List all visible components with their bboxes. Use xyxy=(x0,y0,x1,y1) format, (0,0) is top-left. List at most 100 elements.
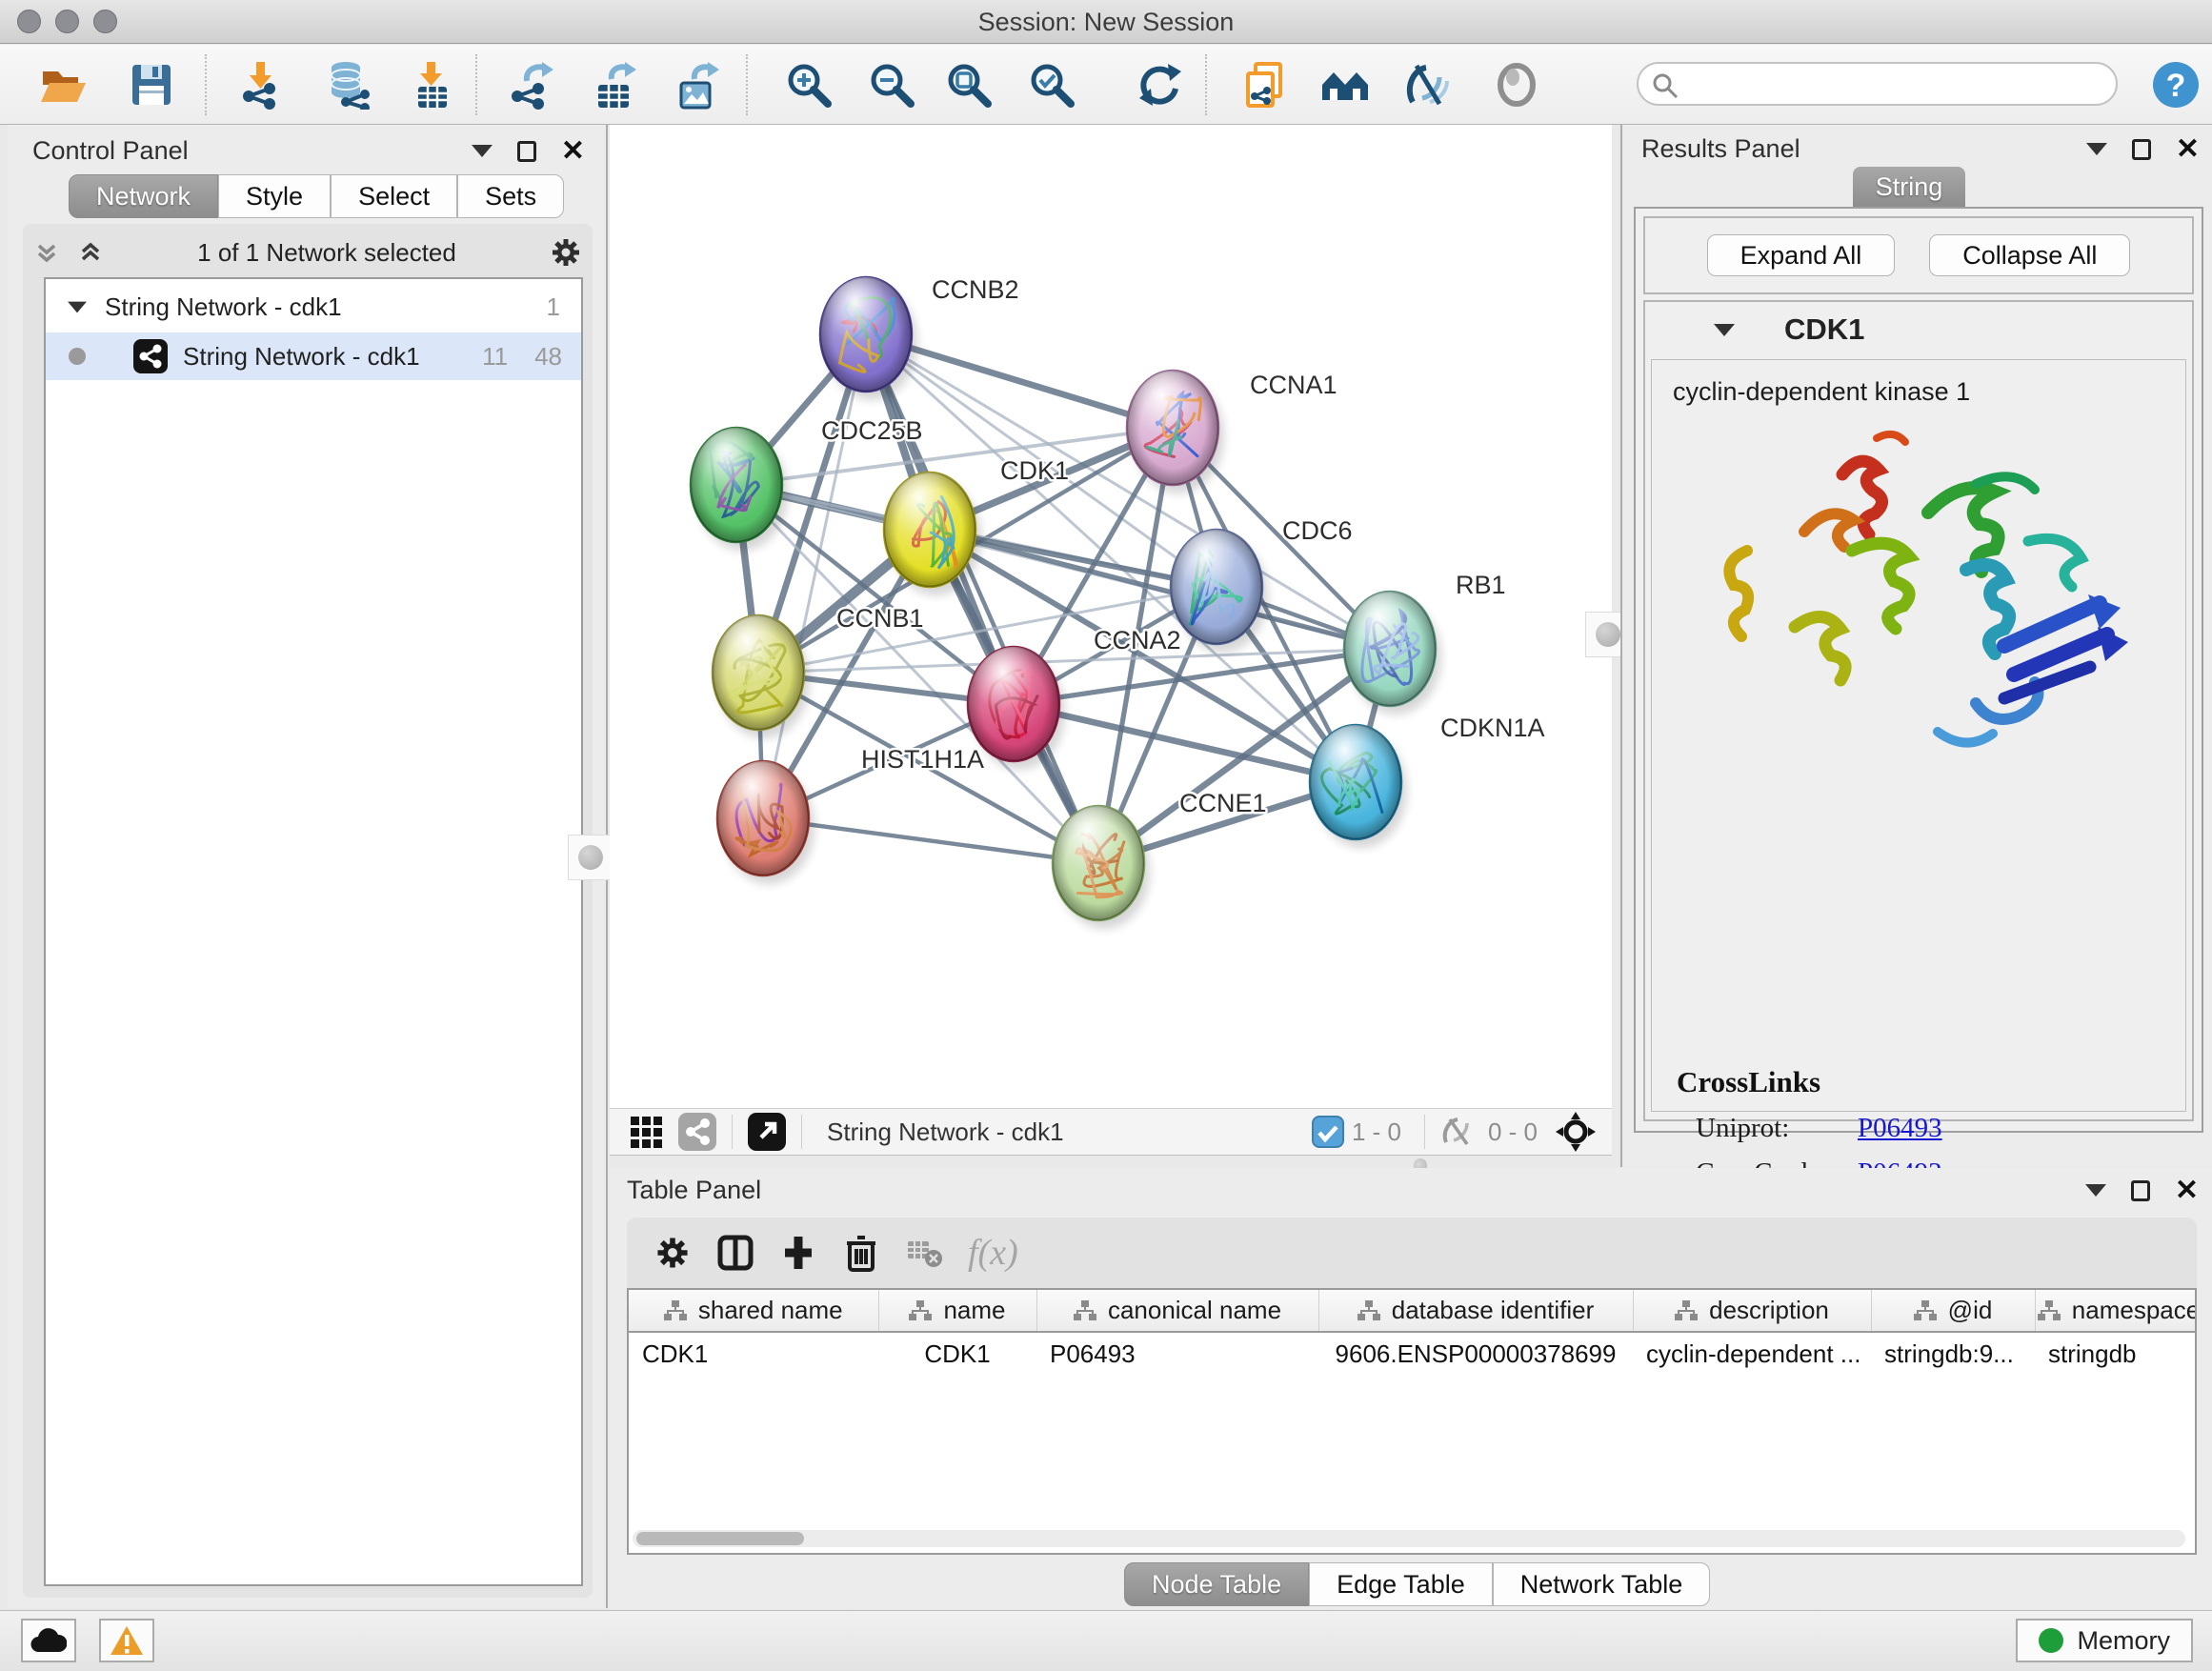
column-header-description[interactable]: description xyxy=(1633,1290,1871,1332)
search-input[interactable] xyxy=(1684,68,2103,100)
panel-close-icon[interactable]: ✕ xyxy=(561,141,585,162)
open-file-icon[interactable] xyxy=(38,60,88,110)
import-database-icon[interactable] xyxy=(325,60,374,110)
clone-network-icon[interactable] xyxy=(1242,60,1292,110)
expand-all-icon[interactable] xyxy=(76,238,105,267)
home-icon[interactable] xyxy=(1320,60,1370,110)
gear-icon[interactable] xyxy=(549,235,583,270)
column-type-icon xyxy=(1675,1300,1698,1321)
entry-header[interactable]: CDK1 xyxy=(1645,302,2192,357)
show-columns-icon[interactable] xyxy=(716,1234,754,1272)
network-view-toolbar: String Network - cdk1 1 - 0 0 - 0 xyxy=(610,1108,1612,1156)
tab-string[interactable]: String xyxy=(1853,167,1965,207)
zoom-selected-icon[interactable] xyxy=(1027,60,1076,110)
panel-divider-handle[interactable] xyxy=(568,835,613,880)
entry-gene-name: CDK1 xyxy=(1784,312,1864,347)
export-table-icon[interactable] xyxy=(591,60,640,110)
node-HIST1H1A[interactable]: HIST1H1A xyxy=(717,745,984,876)
node-label-CDC25B: CDC25B xyxy=(821,416,923,445)
network-collection-label: String Network - cdk1 xyxy=(105,292,342,322)
entry-collapse-icon[interactable] xyxy=(1714,324,1735,336)
cloud-status-button[interactable] xyxy=(21,1619,76,1662)
node-label-CCNA2: CCNA2 xyxy=(1094,626,1181,654)
panel-close-icon[interactable]: ✕ xyxy=(2175,1180,2199,1201)
node-CCNA1[interactable]: CCNA1 xyxy=(1127,371,1337,485)
network-edges xyxy=(736,334,1390,863)
refresh-icon[interactable] xyxy=(1136,60,1185,110)
panel-float-icon[interactable] xyxy=(2131,1180,2150,1201)
crosslink-link[interactable]: P06493 xyxy=(1858,1113,1942,1144)
column-header-namespace[interactable]: namespace xyxy=(2035,1290,2197,1332)
help-icon[interactable]: ? xyxy=(2151,60,2201,110)
column-header-name[interactable]: name xyxy=(878,1290,1036,1332)
edge-count: 48 xyxy=(534,342,562,372)
import-table-icon[interactable] xyxy=(408,60,457,110)
collapse-all-button[interactable]: Collapse All xyxy=(1929,234,2130,276)
column-header-canonical-name[interactable]: canonical name xyxy=(1036,1290,1318,1332)
hidden-eye-icon[interactable] xyxy=(1440,1116,1480,1148)
add-column-icon[interactable] xyxy=(779,1234,817,1272)
memory-button[interactable]: Memory xyxy=(2016,1619,2193,1662)
export-network-icon[interactable] xyxy=(508,60,557,110)
network-view-title: String Network - cdk1 xyxy=(827,1117,1064,1147)
network-canvas[interactable]: CCNB2CCNA1CDC25BCDK1CDC6RB1CCNB1CCNA2CDK… xyxy=(610,125,1612,1108)
column-type-icon xyxy=(1074,1300,1096,1321)
node-CDKN1A[interactable]: CDKN1A xyxy=(1310,714,1545,839)
column-type-icon xyxy=(1914,1300,1937,1321)
delete-column-icon[interactable] xyxy=(842,1234,880,1272)
tab-node-table[interactable]: Node Table xyxy=(1124,1562,1309,1606)
column-header--id[interactable]: @id xyxy=(1871,1290,2035,1332)
network-collection-row[interactable]: String Network - cdk1 1 xyxy=(46,283,581,331)
table-row[interactable]: CDK1CDK1P064939606.ENSP00000378699cyclin… xyxy=(629,1332,2197,1376)
save-icon[interactable] xyxy=(127,60,176,110)
collapse-all-icon[interactable] xyxy=(32,238,61,267)
panel-close-icon[interactable]: ✕ xyxy=(2176,139,2200,160)
zoom-fit-icon[interactable] xyxy=(944,60,994,110)
node-CCNE1[interactable]: CCNE1 xyxy=(1053,789,1267,920)
tree-expand-icon[interactable] xyxy=(68,301,87,312)
network-row[interactable]: String Network - cdk1 11 48 xyxy=(46,332,581,380)
table-cell: cyclin-dependent ... xyxy=(1633,1332,1871,1376)
tab-network[interactable]: Network xyxy=(69,174,218,218)
network-row-label: String Network - cdk1 xyxy=(183,342,420,372)
node-label-HIST1H1A: HIST1H1A xyxy=(861,745,984,774)
edge-CCNB2-CCNE1[interactable] xyxy=(866,334,1098,863)
panel-menu-icon[interactable] xyxy=(2086,143,2107,155)
crosslinks-title: CrossLinks xyxy=(1677,1065,2172,1099)
network-tab-content: 1 of 1 Network selected String Network -… xyxy=(23,224,593,1598)
table-settings-gear-icon[interactable] xyxy=(654,1234,692,1272)
warning-status-button[interactable] xyxy=(99,1619,154,1662)
open-in-new-icon[interactable] xyxy=(748,1113,786,1151)
delete-table-icon xyxy=(905,1234,943,1272)
tab-sets[interactable]: Sets xyxy=(457,174,564,218)
panel-float-icon[interactable] xyxy=(2132,139,2151,160)
import-network-icon[interactable] xyxy=(237,60,287,110)
zoom-out-icon[interactable] xyxy=(867,60,916,110)
selected-checkbox-icon[interactable] xyxy=(1312,1116,1344,1148)
column-header-shared-name[interactable]: shared name xyxy=(629,1290,878,1332)
tab-style[interactable]: Style xyxy=(218,174,331,218)
hide-panel-icon[interactable] xyxy=(1403,60,1453,110)
zoom-in-icon[interactable] xyxy=(784,60,834,110)
export-image-icon[interactable] xyxy=(674,60,723,110)
panel-menu-icon[interactable] xyxy=(2085,1184,2106,1197)
table-cell: stringdb:9... xyxy=(1871,1332,2035,1376)
tab-network-table[interactable]: Network Table xyxy=(1493,1562,1711,1606)
birdseye-grid-icon[interactable] xyxy=(627,1113,665,1151)
column-type-icon xyxy=(909,1300,932,1321)
tab-edge-table[interactable]: Edge Table xyxy=(1309,1562,1493,1606)
panel-menu-icon[interactable] xyxy=(472,145,493,157)
tab-select[interactable]: Select xyxy=(331,174,457,218)
crosshair-icon[interactable] xyxy=(1555,1111,1597,1153)
horizontal-scrollbar[interactable] xyxy=(633,1530,2185,1547)
node-RB1[interactable]: RB1 xyxy=(1344,571,1506,706)
expand-all-button[interactable]: Expand All xyxy=(1707,234,1896,276)
entry-description: cyclin-dependent kinase 1 xyxy=(1673,377,1970,407)
network-share-icon[interactable] xyxy=(678,1113,716,1151)
column-header-database-identifier[interactable]: database identifier xyxy=(1318,1290,1633,1332)
panel-float-icon[interactable] xyxy=(517,141,536,162)
show-panel-icon[interactable] xyxy=(1492,60,1541,110)
search-box xyxy=(1637,62,2118,106)
toolbar-separator xyxy=(475,54,477,115)
function-builder-icon: f(x) xyxy=(968,1232,1018,1274)
